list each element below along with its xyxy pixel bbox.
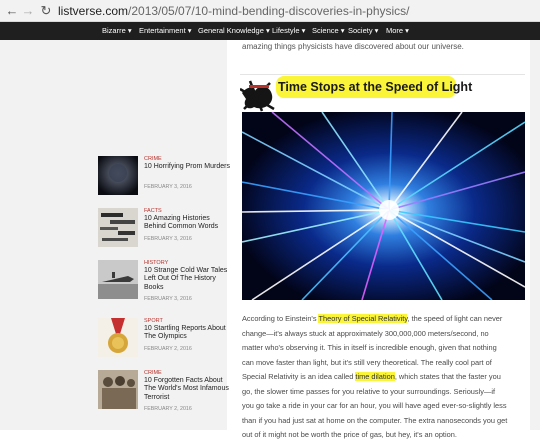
sidebar-item-cold-war[interactable]: HISTORY 10 Strange Cold War Tales Left O… — [98, 260, 228, 305]
body-line: go, the slower time passes for you relat… — [242, 386, 496, 396]
nav-item-general-knowledge[interactable]: General Knowledge ▾ — [198, 22, 270, 40]
sidebar-title[interactable]: 10 Startling Reports About The Olympics — [144, 325, 232, 342]
body-text: , which states that the faster you — [394, 372, 501, 381]
sidebar-item-common-words[interactable]: FACTS 10 Amazing Histories Behind Common… — [98, 208, 228, 253]
sidebar-title[interactable]: 10 Forgotten Facts About The World's Mos… — [144, 377, 232, 402]
sidebar-date: FEBRUARY 3, 2016 — [144, 184, 192, 190]
section-divider — [240, 74, 525, 75]
prom-murders-thumbnail — [98, 156, 138, 195]
back-arrow-icon[interactable]: ← — [4, 3, 20, 19]
nav-item-entertainment[interactable]: Entertainment ▾ — [139, 22, 192, 40]
sidebar-item-olympics[interactable]: SPORT 10 Startling Reports About The Oly… — [98, 318, 228, 363]
sidebar-item-terrorist[interactable]: CRIME 10 Forgotten Facts About The World… — [98, 370, 229, 415]
time-dilation-link[interactable]: time dilation — [355, 372, 395, 381]
nav-item-society[interactable]: Society ▾ — [348, 22, 378, 40]
body-line: out of it might not be worth the price o… — [242, 430, 457, 439]
article-heading: Time Stops at the Speed of Light — [278, 80, 473, 94]
sidebar-item-prom-murders[interactable]: CRIME 10 Horrifying Prom Murders FEBRUAR… — [98, 156, 230, 201]
sidebar-title[interactable]: 10 Amazing Histories Behind Common Words — [144, 215, 232, 232]
cold-war-thumbnail — [98, 260, 138, 299]
reload-icon[interactable]: ↻ — [38, 3, 54, 19]
speed-of-light-hero-image — [242, 112, 525, 300]
body-text: Special Relativity is an idea called — [242, 372, 356, 381]
terrorist-thumbnail — [98, 370, 138, 409]
nav-item-more[interactable]: More ▾ — [386, 22, 409, 40]
sidebar-date: FEBRUARY 3, 2016 — [144, 296, 192, 302]
body-line: you go take a ride in your car for an ho… — [242, 401, 507, 410]
body-text: According to Einstein's — [242, 314, 319, 323]
nav-item-science[interactable]: Science ▾ — [312, 22, 345, 40]
sidebar-date: FEBRUARY 2, 2016 — [144, 346, 192, 352]
body-line: Special Relativity is an idea called tim… — [242, 370, 527, 385]
olympics-medal-thumbnail — [98, 318, 138, 357]
nav-item-bizarre[interactable]: Bizarre ▾ — [102, 22, 132, 40]
address-bar[interactable]: listverse.com/2013/05/07/10-mind-bending… — [58, 3, 410, 19]
article-body: According to Einstein's Theory of Specia… — [242, 312, 527, 443]
body-line: than if you had just sat at home on the … — [242, 415, 508, 425]
sidebar-category: SPORT — [144, 318, 163, 324]
body-line: matter who's observing it. This in itsel… — [242, 343, 497, 352]
sidebar-category: CRIME — [144, 370, 162, 376]
sidebar-title[interactable]: 10 Horrifying Prom Murders — [144, 163, 232, 171]
site-nav: Bizarre ▾ Entertainment ▾ General Knowle… — [0, 22, 540, 40]
body-line: change—it's always stuck at approximatel… — [242, 328, 489, 338]
right-gutter — [530, 40, 540, 430]
browser-toolbar: ← → ↻ listverse.com/2013/05/07/10-mind-b… — [0, 0, 540, 22]
theory-of-special-relativity-link[interactable]: Theory of Special Relativity — [318, 314, 408, 323]
sidebar-category: HISTORY — [144, 260, 169, 266]
body-line: According to Einstein's Theory of Specia… — [242, 312, 527, 327]
forward-arrow-icon[interactable]: → — [20, 3, 36, 19]
common-words-thumbnail — [98, 208, 138, 247]
sidebar-title[interactable]: 10 Strange Cold War Tales Left Out Of Th… — [144, 267, 232, 292]
sidebar-date: FEBRUARY 3, 2016 — [144, 236, 192, 242]
body-line: can move faster than light, but it's sti… — [242, 357, 492, 367]
body-text: , the speed of light can never — [407, 314, 503, 323]
article-intro: amazing things physicists have discovere… — [242, 42, 464, 51]
nav-item-lifestyle[interactable]: Lifestyle ▾ — [272, 22, 305, 40]
url-path: /2013/05/07/10-mind-bending-discoveries-… — [128, 4, 410, 18]
sidebar-category: CRIME — [144, 156, 162, 162]
url-domain: listverse.com — [58, 4, 129, 18]
sidebar-date: FEBRUARY 2, 2016 — [144, 406, 192, 412]
scribbled-heading-icon — [240, 79, 276, 113]
sidebar-category: FACTS — [144, 208, 162, 214]
